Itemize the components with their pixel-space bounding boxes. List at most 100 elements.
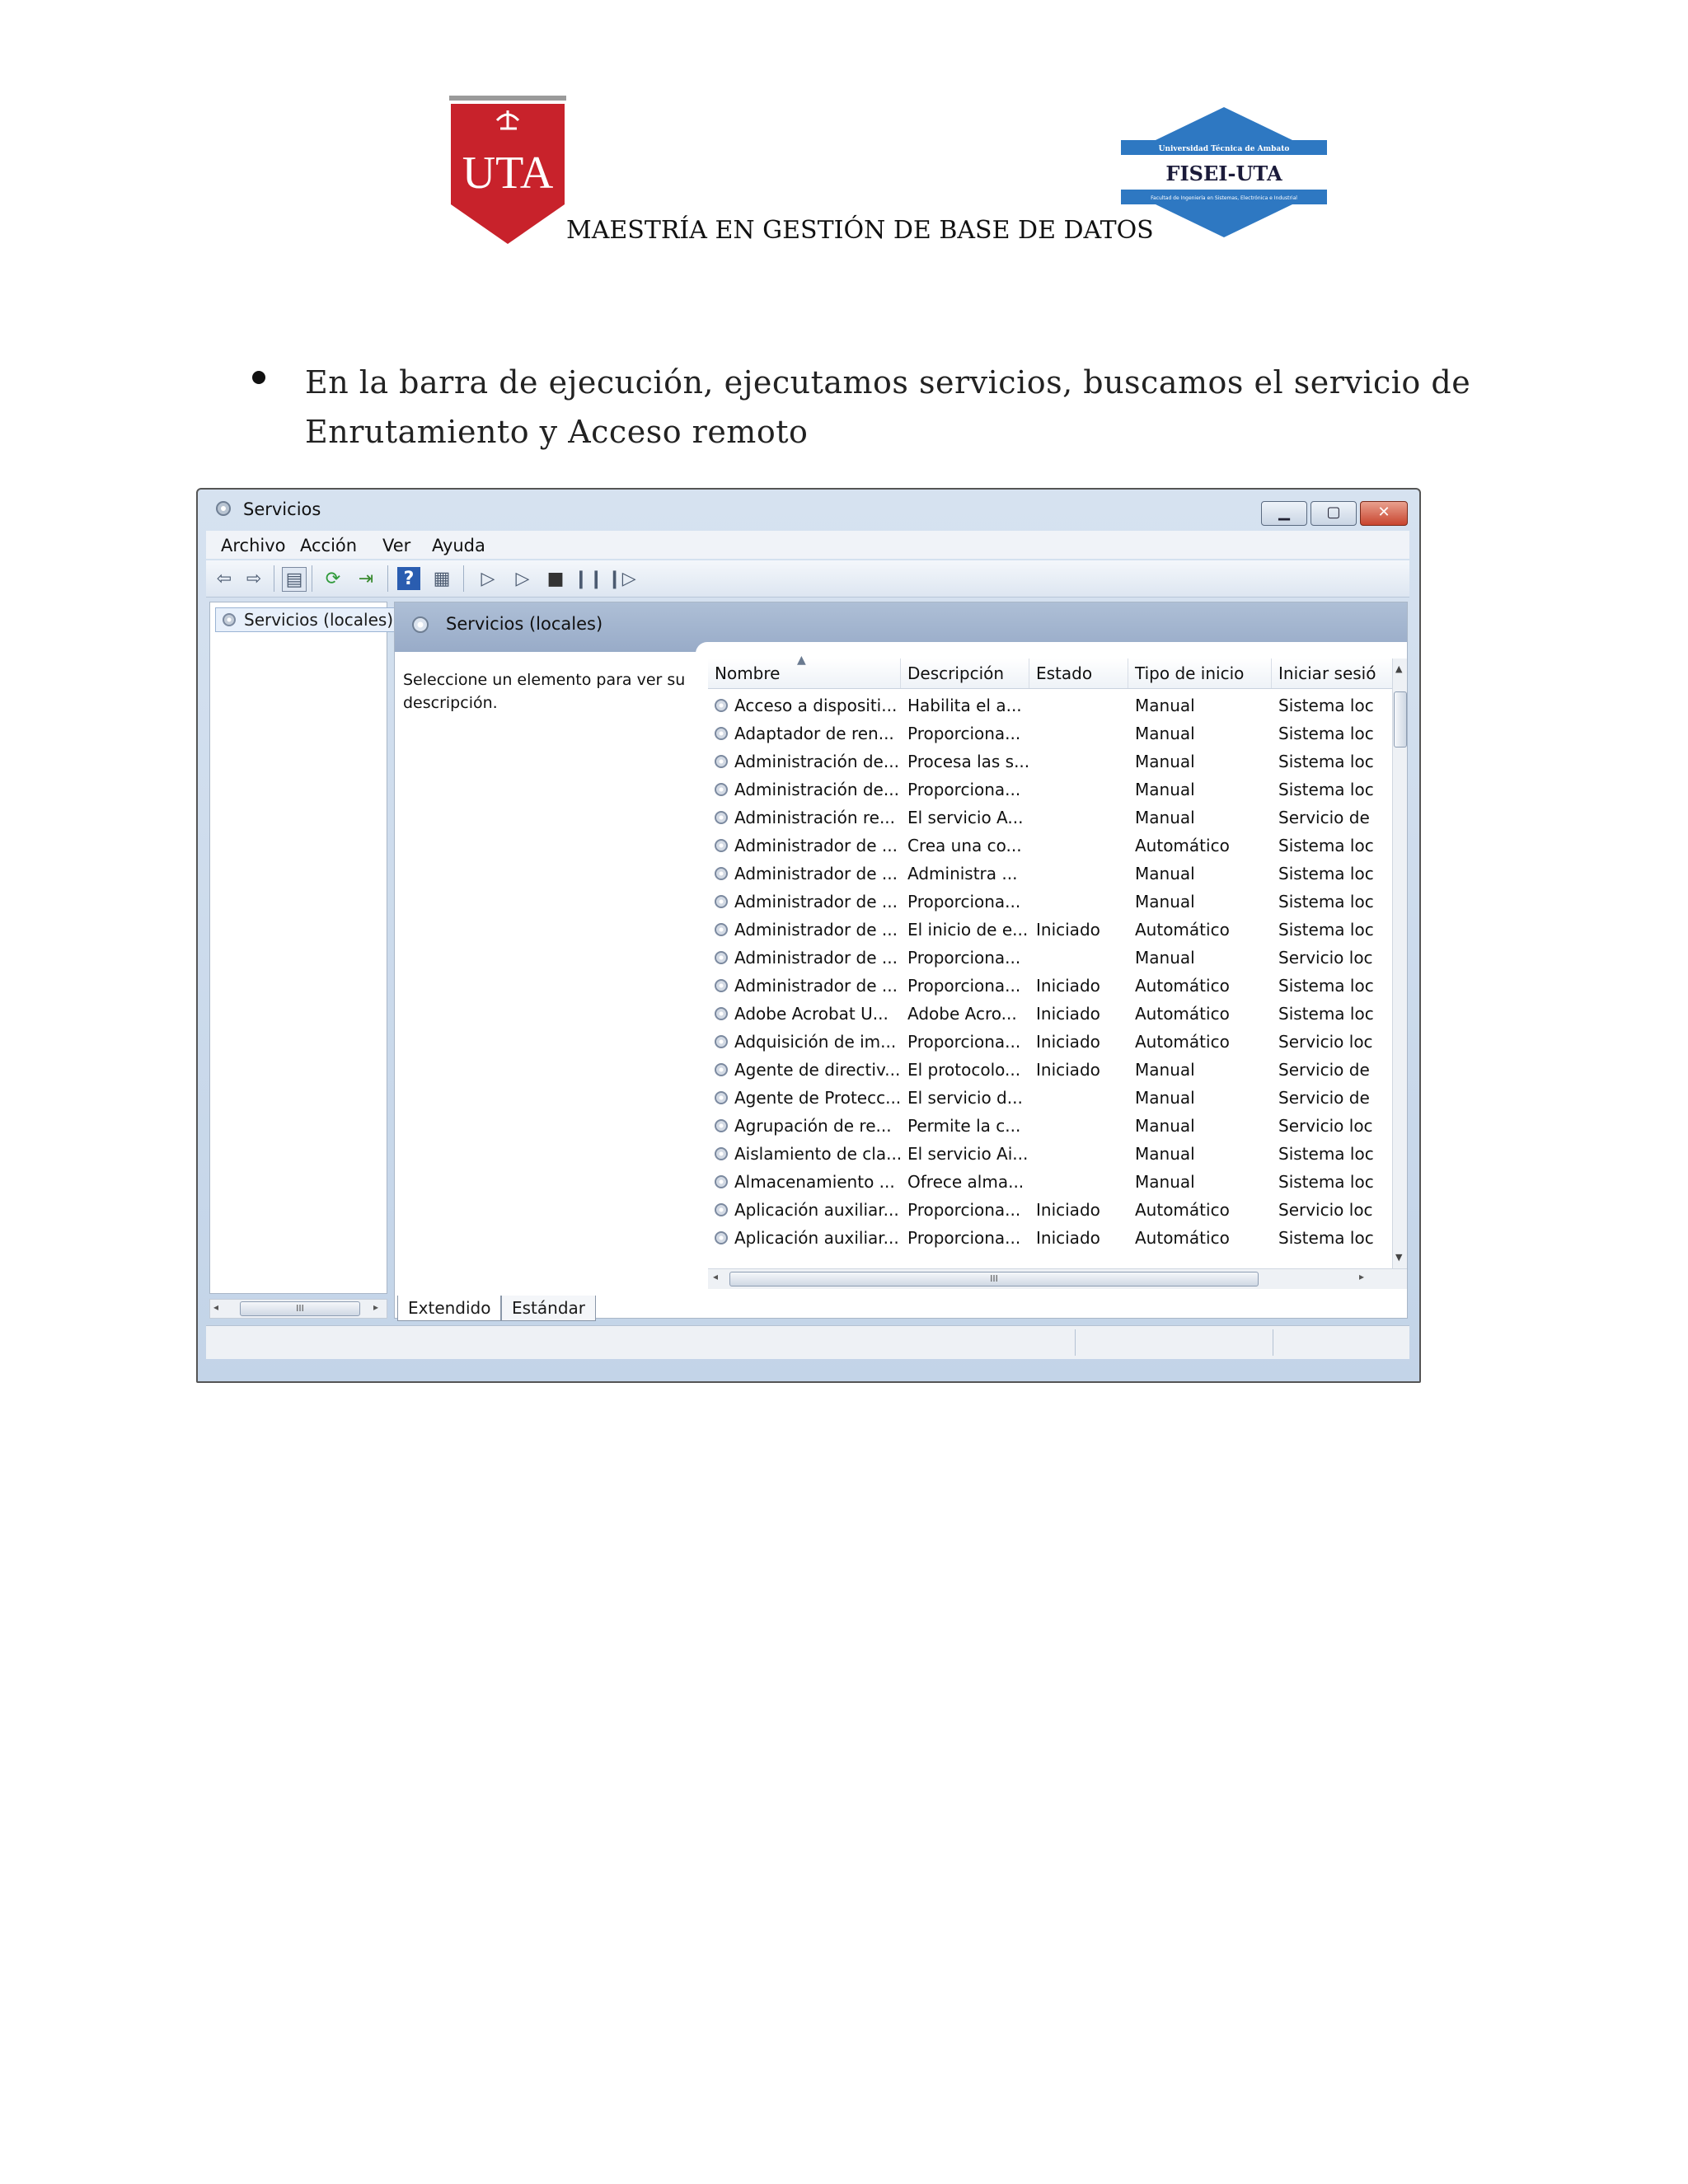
tree-scroll-thumb[interactable]: III: [240, 1301, 360, 1316]
close-button[interactable]: ✕: [1360, 501, 1408, 526]
menu-archivo[interactable]: Archivo: [221, 536, 286, 555]
menu-ayuda[interactable]: Ayuda: [432, 536, 485, 555]
scroll-down-arrow-icon[interactable]: ▼: [1395, 1252, 1402, 1263]
table-row[interactable]: Administrador de ... Administra ... Manual…: [708, 860, 1392, 888]
scroll-left-arrow-icon[interactable]: ◂: [713, 1271, 718, 1282]
minimize-icon: ▁: [1278, 504, 1290, 521]
refresh-icon[interactable]: ⟳: [321, 567, 345, 590]
cell-iniciar-sesion: Sistema loc: [1278, 752, 1374, 771]
restart-icon[interactable]: ❙▷: [607, 567, 635, 590]
cell-iniciar-sesion: Servicio de: [1278, 1060, 1370, 1080]
column-header-tipo-inicio[interactable]: Tipo de inicio: [1128, 658, 1272, 688]
table-row[interactable]: Administración de... Proporciona... Manual…: [708, 776, 1392, 804]
list-horizontal-scrollbar[interactable]: ◂ III ▸: [708, 1268, 1407, 1289]
table-row[interactable]: Acceso a dispositi... Habilita el a... Man…: [708, 691, 1392, 719]
table-cell-estado: Iniciado: [1029, 1028, 1128, 1056]
table-row[interactable]: Aislamiento de cla... El servicio Ai... Ma…: [708, 1140, 1392, 1168]
table-row[interactable]: Almacenamiento ... Ofrece alma... Manual Si…: [708, 1168, 1392, 1196]
service-gear-icon: [715, 811, 728, 824]
scroll-up-arrow-icon[interactable]: ▲: [1395, 663, 1402, 674]
table-row[interactable]: Administrador de ... El inicio de e... Ini…: [708, 916, 1392, 944]
back-arrow-icon[interactable]: ⇦: [213, 567, 236, 590]
table-cell-estado: Iniciado: [1029, 972, 1128, 1000]
bullet-marker: [252, 371, 265, 384]
table-cell-iniciar-sesion: Servicio loc: [1272, 1196, 1392, 1224]
help-icon[interactable]: ?: [397, 567, 420, 590]
minimize-button[interactable]: ▁: [1261, 501, 1307, 526]
content-title: Servicios (locales): [446, 614, 603, 634]
tab-estandar[interactable]: Estándar: [501, 1296, 597, 1321]
properties-icon[interactable]: ▦: [430, 567, 453, 590]
menu-ver[interactable]: Ver: [382, 536, 410, 555]
table-cell-iniciar-sesion: Sistema loc: [1272, 1168, 1392, 1196]
cell-tipo-inicio: Automático: [1135, 836, 1230, 855]
pause-icon[interactable]: ❙❙: [574, 567, 604, 590]
scroll-left-arrow-icon[interactable]: ◂: [213, 1301, 218, 1313]
cell-iniciar-sesion: Servicio loc: [1278, 1116, 1373, 1136]
play-icon[interactable]: ▷: [476, 567, 499, 590]
table-cell-iniciar-sesion: Sistema loc: [1272, 832, 1392, 860]
table-cell-tipo-inicio: Manual: [1128, 691, 1272, 719]
table-cell-descripcion: Adobe Acro...: [901, 1000, 1029, 1028]
table-cell-nombre: Administrador de ...: [708, 972, 901, 1000]
stop-icon[interactable]: ■: [544, 567, 567, 590]
table-row[interactable]: Agente de Protecc... El servicio d... Manu…: [708, 1084, 1392, 1112]
cell-nombre: Agente de Protecc...: [734, 1088, 901, 1108]
table-cell-descripcion: El servicio A...: [901, 804, 1029, 832]
fisei-logo-text: FISEI-UTA: [1165, 162, 1282, 185]
table-cell-iniciar-sesion: Sistema loc: [1272, 1140, 1392, 1168]
cell-nombre: Aislamiento de cla...: [734, 1144, 901, 1164]
list-vertical-scrollbar[interactable]: ▲ ▼: [1392, 658, 1407, 1268]
cell-descripcion: El protocolo...: [907, 1060, 1021, 1080]
tree-node-services-local[interactable]: Servicios (locales): [215, 607, 400, 632]
table-row[interactable]: Aplicación auxiliar... Proporciona... Inic…: [708, 1196, 1392, 1224]
scroll-right-arrow-icon[interactable]: ▸: [1359, 1271, 1364, 1282]
table-cell-nombre: Administrador de ...: [708, 944, 901, 972]
table-row[interactable]: Agrupación de re... Permite la c... Manual…: [708, 1112, 1392, 1140]
table-cell-descripcion: Proporciona...: [901, 1028, 1029, 1056]
table-row[interactable]: Agente de directiv... El protocolo... Inic…: [708, 1056, 1392, 1084]
table-cell-descripcion: El inicio de e...: [901, 916, 1029, 944]
service-gear-icon: [715, 979, 728, 992]
play-alt-icon[interactable]: ▷: [511, 567, 534, 590]
table-row[interactable]: Administración de... Procesa las s... Manu…: [708, 748, 1392, 776]
list-vscroll-thumb[interactable]: [1394, 691, 1407, 748]
table-cell-estado: [1029, 1140, 1128, 1168]
cell-descripcion: El servicio A...: [907, 808, 1024, 827]
tree-pane: Servicios (locales): [209, 602, 400, 1294]
table-row[interactable]: Adaptador de ren... Proporciona... Manual S…: [708, 719, 1392, 748]
table-cell-iniciar-sesion: Servicio loc: [1272, 944, 1392, 972]
table-cell-iniciar-sesion: Sistema loc: [1272, 1000, 1392, 1028]
scroll-right-arrow-icon[interactable]: ▸: [373, 1301, 378, 1313]
table-row[interactable]: Adquisición de im... Proporciona... Inicia…: [708, 1028, 1392, 1056]
table-cell-descripcion: Crea una co...: [901, 832, 1029, 860]
cell-descripcion: El inicio de e...: [907, 920, 1029, 940]
column-header-descripcion[interactable]: Descripción: [901, 658, 1029, 688]
column-header-estado[interactable]: Estado: [1029, 658, 1128, 688]
tree-horizontal-scrollbar[interactable]: ◂ III ▸: [209, 1299, 387, 1319]
sort-ascending-icon: ▲: [797, 654, 806, 667]
menu-accion[interactable]: Acción: [300, 536, 357, 555]
table-row[interactable]: Administrador de ... Proporciona... Inicia…: [708, 972, 1392, 1000]
service-gear-icon: [715, 783, 728, 796]
table-cell-nombre: Administrador de ...: [708, 860, 901, 888]
table-row[interactable]: Administración re... El servicio A... Manu…: [708, 804, 1392, 832]
table-cell-nombre: Almacenamiento ...: [708, 1168, 901, 1196]
column-header-iniciar-sesion[interactable]: Iniciar sesió: [1272, 658, 1392, 688]
cell-tipo-inicio: Automático: [1135, 1228, 1230, 1248]
table-row[interactable]: Administrador de ... Proporciona... Manual…: [708, 944, 1392, 972]
table-row[interactable]: Administrador de ... Crea una co... Automá…: [708, 832, 1392, 860]
title-bar[interactable]: Servicios ▁ ▢ ✕: [198, 490, 1419, 531]
maximize-button[interactable]: ▢: [1311, 501, 1357, 526]
export-icon[interactable]: ⇥: [354, 567, 377, 590]
table-row[interactable]: Administrador de ... Proporciona... Manual…: [708, 888, 1392, 916]
forward-arrow-icon[interactable]: ⇨: [242, 567, 265, 590]
list-hscroll-thumb[interactable]: III: [729, 1272, 1259, 1286]
table-cell-tipo-inicio: Automático: [1128, 1028, 1272, 1056]
cell-nombre: Aplicación auxiliar...: [734, 1200, 899, 1220]
tab-extendido[interactable]: Extendido: [397, 1296, 502, 1321]
table-row[interactable]: Adobe Acrobat U... Adobe Acro... Iniciado A…: [708, 1000, 1392, 1028]
show-tree-icon[interactable]: ▤: [282, 567, 307, 592]
table-row[interactable]: Aplicación auxiliar... Proporciona... Inic…: [708, 1224, 1392, 1252]
gear-icon: [216, 501, 231, 516]
